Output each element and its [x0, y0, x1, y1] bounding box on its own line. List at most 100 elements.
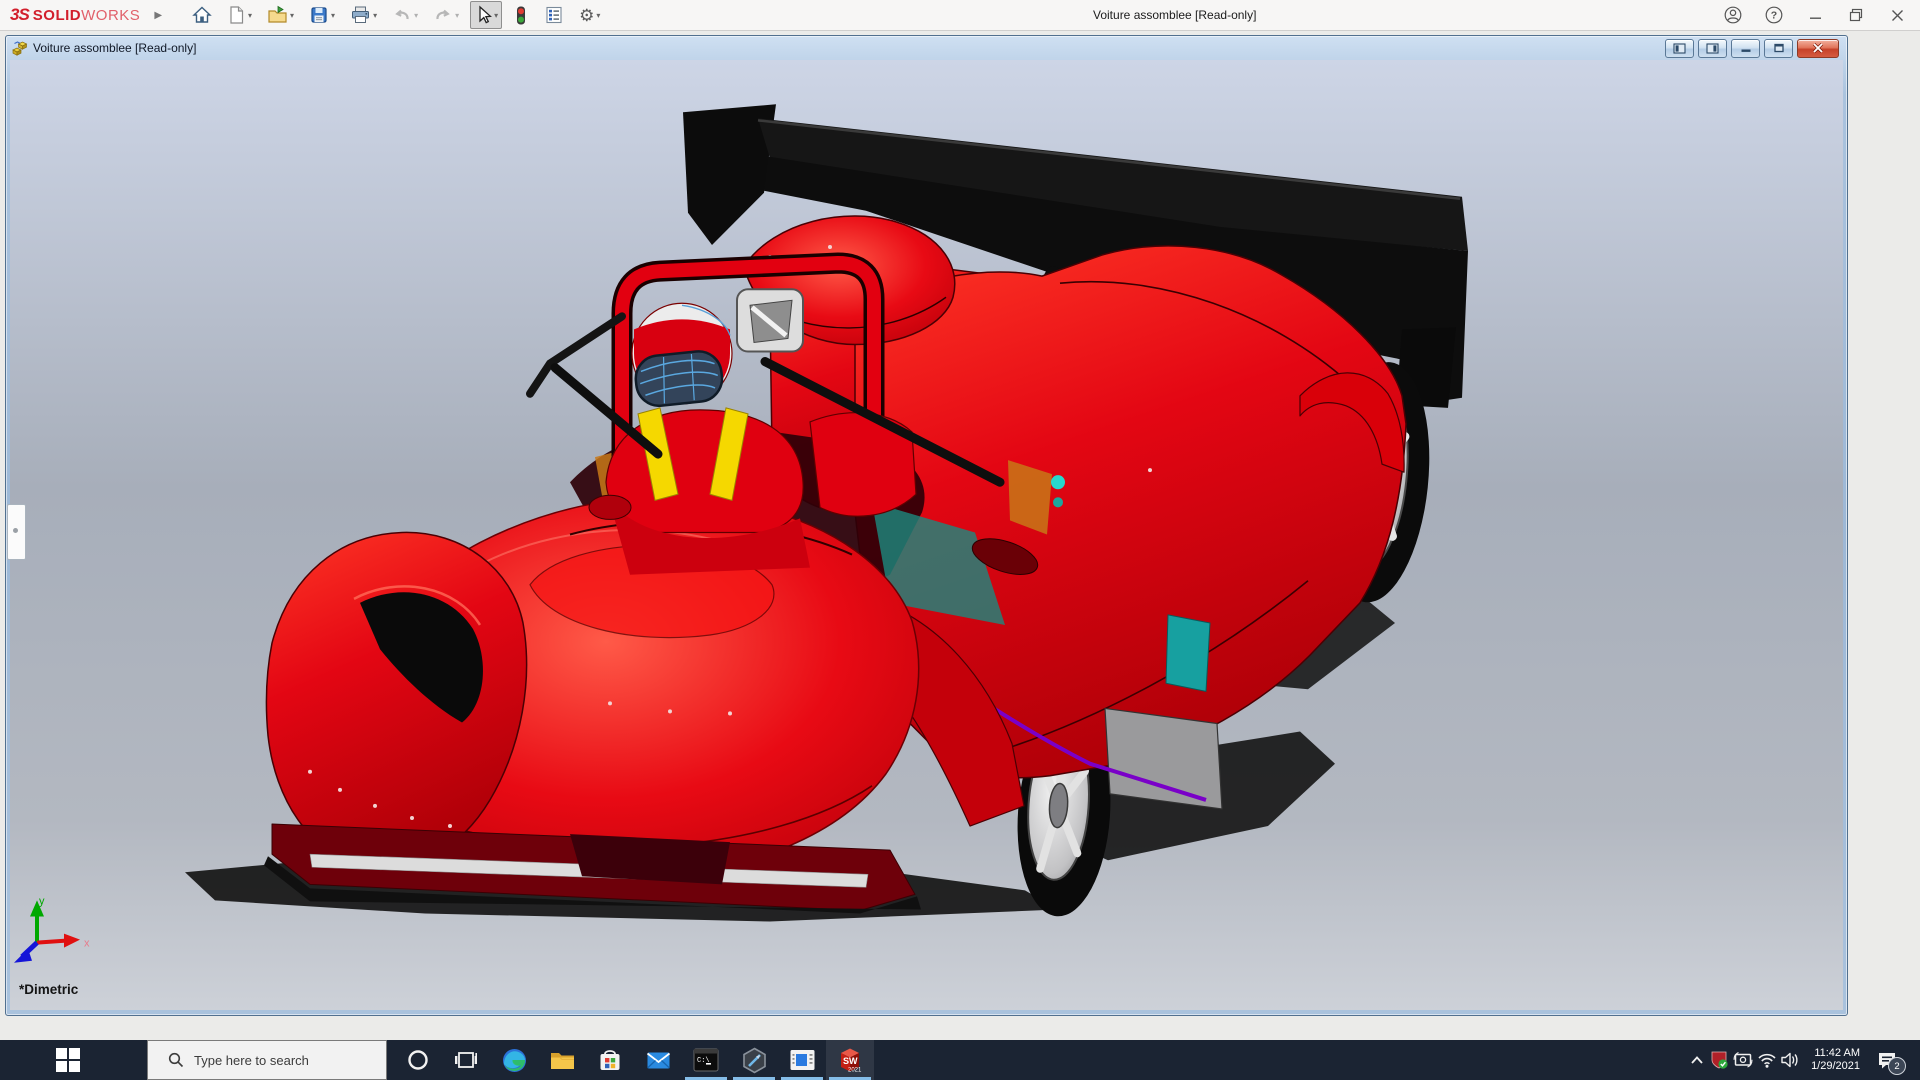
taskbar-app-mail[interactable]: [634, 1040, 682, 1080]
toggle-right-pane-button[interactable]: [1698, 39, 1727, 58]
doc-close-button[interactable]: [1797, 39, 1839, 58]
home-icon: [192, 5, 212, 25]
close-icon: [1891, 9, 1904, 22]
save-icon: [309, 5, 329, 25]
minimize-icon: [1809, 9, 1822, 22]
cortana-button[interactable]: [394, 1040, 442, 1080]
document-titlebar[interactable]: Voiture assomblee [Read-only]: [6, 36, 1847, 60]
main-toolbar: ▾ ▾ ▾ ▾ ▾ ▾ ▾: [188, 1, 604, 29]
action-center-button[interactable]: 2: [1864, 1040, 1910, 1080]
taskbar-app-store[interactable]: [586, 1040, 634, 1080]
account-icon: [1724, 6, 1742, 24]
dassault-mark: 3S: [10, 5, 29, 25]
svg-text:SW: SW: [843, 1056, 858, 1066]
taskbar-app-command-prompt[interactable]: C:\: [682, 1040, 730, 1080]
solidworks-monitor-icon: [1709, 1050, 1729, 1070]
connected-display-icon: [1733, 1051, 1753, 1069]
dropdown-caret[interactable]: ▾: [596, 11, 600, 20]
tray-connected-display[interactable]: [1730, 1040, 1755, 1080]
cortana-icon: [406, 1048, 430, 1072]
featuremanager-splitter-tab[interactable]: [7, 504, 26, 560]
doc-minimize-button[interactable]: [1731, 39, 1760, 58]
document-window: Voiture assomblee [Read-only]: [5, 35, 1848, 1016]
pane-right-icon: [1706, 43, 1719, 54]
mail-icon: [645, 1047, 672, 1074]
restore-button[interactable]: [1847, 6, 1865, 24]
print-icon: [350, 5, 371, 25]
doc-close-icon: [1812, 43, 1824, 53]
minimize-button[interactable]: [1806, 6, 1824, 24]
display-settings-icon: [544, 5, 564, 25]
dropdown-caret[interactable]: ▾: [290, 11, 294, 20]
view-orientation-label: *Dimetric: [19, 982, 78, 997]
save-button[interactable]: ▾: [305, 1, 339, 29]
doc-restore-icon: [1773, 43, 1785, 53]
undo-button[interactable]: ▾: [388, 1, 422, 29]
toolbar-flyout-arrow[interactable]: ▶: [154, 10, 162, 21]
taskbar-app-solidworks[interactable]: SW 2021: [826, 1040, 874, 1080]
app-titlebar: 3S SOLIDWORKS ▶ ▾ ▾ ▾ ▾ ▾ ▾: [0, 0, 1920, 31]
tray-clock[interactable]: 11:42 AM 1/29/2021: [1798, 1040, 1860, 1080]
media-app-icon: [789, 1048, 816, 1072]
dropdown-caret[interactable]: ▾: [373, 11, 377, 20]
file-explorer-icon: [549, 1047, 576, 1074]
search-icon: [168, 1052, 184, 1068]
taskbar-app-edge[interactable]: [490, 1040, 538, 1080]
pane-left-icon: [1673, 43, 1686, 54]
helmet-visor: [634, 349, 725, 408]
help-button[interactable]: ?: [1765, 6, 1783, 24]
open-icon: [267, 5, 288, 25]
volume-icon: [1780, 1051, 1800, 1069]
dropdown-caret: ▾: [455, 11, 459, 20]
dropdown-caret[interactable]: ▾: [494, 11, 498, 20]
document-window-controls: [1665, 39, 1841, 58]
taskbar-app-hex-tool[interactable]: [730, 1040, 778, 1080]
task-view-button[interactable]: [442, 1040, 490, 1080]
redo-button[interactable]: ▾: [429, 1, 463, 29]
search-input[interactable]: [192, 1052, 376, 1069]
app-title: Voiture assomblee [Read-only]: [1093, 0, 1256, 30]
start-button[interactable]: [40, 1040, 96, 1080]
command-prompt-icon: C:\: [693, 1048, 719, 1072]
notification-badge: 2: [1888, 1057, 1906, 1075]
model-scene: y x: [10, 60, 1843, 1010]
redo-icon: [433, 5, 453, 25]
solidworks-2021-icon: SW 2021: [835, 1045, 865, 1075]
microsoft-store-icon: [597, 1047, 623, 1073]
print-button[interactable]: ▾: [346, 1, 381, 29]
dropdown-caret: ▾: [414, 11, 418, 20]
rebuild-button[interactable]: [509, 1, 533, 29]
toggle-left-pane-button[interactable]: [1665, 39, 1694, 58]
svg-text:2021: 2021: [848, 1068, 862, 1074]
svg-text:y: y: [39, 895, 45, 907]
close-button[interactable]: [1888, 6, 1906, 24]
solidworks-logo: 3S SOLIDWORKS: [0, 5, 140, 25]
dropdown-caret[interactable]: ▾: [248, 11, 252, 20]
options-gear-icon: ⚙: [579, 7, 594, 24]
dropdown-caret[interactable]: ▾: [331, 11, 335, 20]
wifi-icon: [1757, 1052, 1777, 1068]
options-button[interactable]: ⚙ ▾: [575, 1, 604, 29]
taskbar-app-file-explorer[interactable]: [538, 1040, 586, 1080]
display-settings-button[interactable]: [540, 1, 568, 29]
home-button[interactable]: [188, 1, 216, 29]
edge-icon: [501, 1047, 528, 1074]
doc-restore-button[interactable]: [1764, 39, 1793, 58]
app-window-controls: ?: [1724, 0, 1906, 30]
open-button[interactable]: ▾: [263, 1, 298, 29]
doc-minimize-icon: [1740, 43, 1752, 53]
svg-text:?: ?: [1771, 10, 1777, 22]
taskbar-search[interactable]: [147, 1040, 387, 1080]
new-document-icon: [227, 5, 246, 25]
graphics-viewport[interactable]: y x *Dimetric: [10, 60, 1843, 1010]
tray-wifi[interactable]: [1754, 1040, 1779, 1080]
taskbar-app-media[interactable]: [778, 1040, 826, 1080]
document-title: Voiture assomblee [Read-only]: [33, 41, 196, 55]
tray-date: 1/29/2021: [1811, 1060, 1860, 1073]
restore-icon: [1849, 8, 1863, 22]
select-tool-button[interactable]: ▾: [470, 1, 502, 29]
tray-solidworks-monitor[interactable]: [1706, 1040, 1731, 1080]
account-button[interactable]: [1724, 6, 1742, 24]
help-icon: ?: [1765, 6, 1783, 24]
new-document-button[interactable]: ▾: [223, 1, 256, 29]
